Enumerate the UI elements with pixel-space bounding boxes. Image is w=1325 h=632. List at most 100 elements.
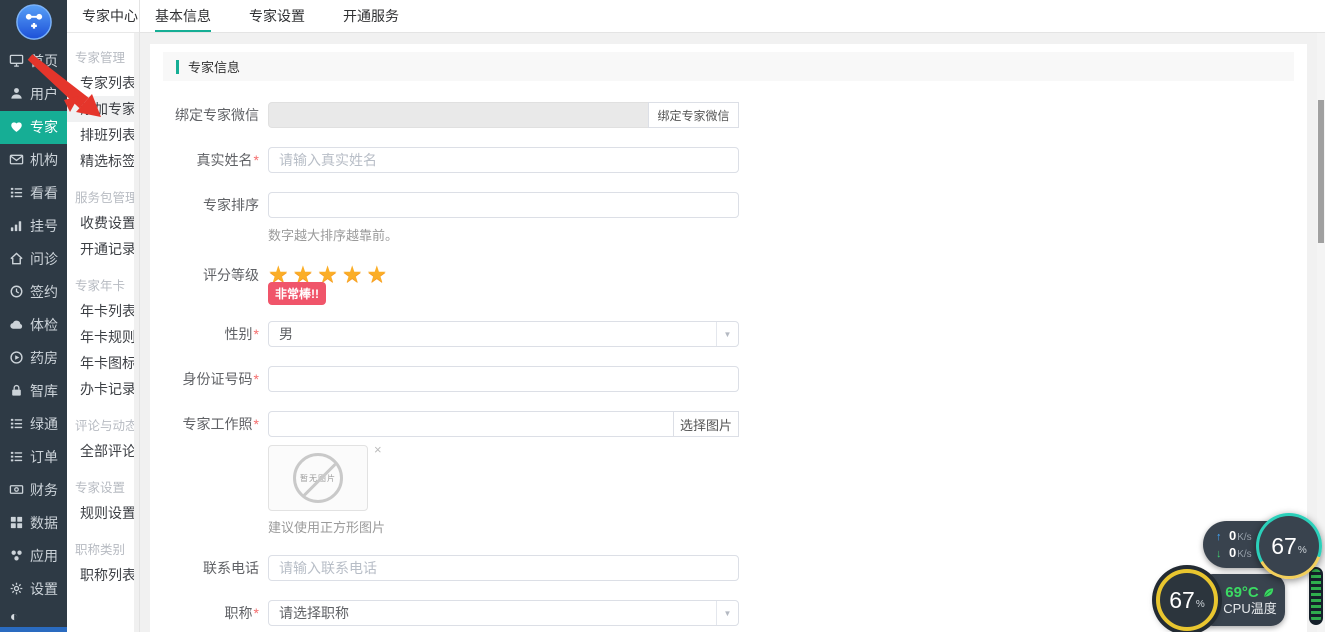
submenu-group-label: 专家设置 bbox=[75, 481, 126, 495]
chevron-down-icon: ▼ bbox=[716, 322, 738, 346]
tab-basic-info[interactable]: 基本信息 bbox=[155, 0, 211, 32]
rail-item-users[interactable]: 用户 bbox=[0, 78, 67, 111]
submenu-item[interactable]: 排班列表 bbox=[67, 122, 139, 148]
submenu-section: 服务包管理收费设置 开通记录 bbox=[67, 186, 139, 262]
title-select[interactable]: 请选择职称 ▼ bbox=[268, 600, 739, 626]
submenu-item[interactable]: 职称列表 bbox=[67, 562, 139, 588]
rail-item-apps[interactable]: 应用 bbox=[0, 540, 67, 573]
tab-expert-settings[interactable]: 专家设置 bbox=[249, 0, 305, 32]
rail-item-data[interactable]: 数据 bbox=[0, 507, 67, 540]
sort-input[interactable] bbox=[268, 192, 739, 218]
star-icon[interactable]: ★ bbox=[367, 261, 388, 287]
rail-item-sign[interactable]: 签约 bbox=[0, 276, 67, 309]
photo-preview: 暂无图片 bbox=[268, 445, 368, 511]
theme-toggle[interactable]: ◐ bbox=[0, 606, 67, 627]
bottom-blue-strip bbox=[0, 627, 67, 632]
home-icon bbox=[9, 251, 25, 267]
id-number-input[interactable] bbox=[268, 366, 739, 392]
rail-item-finance[interactable]: 财务 bbox=[0, 474, 67, 507]
submenu-item[interactable]: 添加专家 bbox=[67, 96, 139, 122]
submenu-section: 专家年卡年卡列表 年卡规则 年卡图标 办卡记录 bbox=[67, 274, 139, 402]
field-label: 职称* bbox=[224, 605, 259, 621]
submenu-item[interactable]: 收费设置 bbox=[67, 210, 139, 236]
required-mark: * bbox=[253, 326, 259, 342]
field-label: 性别* bbox=[224, 326, 259, 342]
tab-bar: 基本信息 专家设置 开通服务 bbox=[140, 0, 1325, 33]
required-mark: * bbox=[253, 605, 259, 621]
rail-item-settings[interactable]: 设置 bbox=[0, 573, 67, 606]
upload-arrow-icon: ↑ bbox=[1216, 531, 1222, 543]
form-row-id-number: 身份证号码* bbox=[150, 366, 1307, 392]
submenu-item[interactable]: 专家列表 bbox=[67, 70, 139, 96]
play-icon bbox=[9, 350, 25, 366]
rail-item-home[interactable]: 首页 bbox=[0, 45, 67, 78]
content-panel: 专家信息 绑定专家微信 绑定专家微信 真实姓名* 专家排序 bbox=[150, 44, 1307, 632]
form-row-sort: 专家排序 数字越大排序越靠前。 bbox=[150, 192, 1307, 244]
cpu-usage-gauge[interactable]: 67% bbox=[1156, 569, 1218, 631]
lock-icon bbox=[9, 383, 25, 399]
submenu-item[interactable]: 规则设置 bbox=[67, 500, 139, 526]
submenu-section: 职称类别 职称列表 bbox=[67, 538, 139, 588]
submenu-group-label: 职称类别 bbox=[75, 543, 126, 557]
submenu-group-label: 专家年卡 bbox=[75, 279, 126, 293]
field-label: 联系电话 bbox=[203, 560, 259, 576]
submenu-group-label: 专家管理 bbox=[75, 51, 126, 65]
submenu-item[interactable]: 开通记录 bbox=[67, 236, 139, 262]
submenu-item[interactable]: 年卡图标 bbox=[67, 350, 139, 376]
main-area: 基本信息 专家设置 开通服务 专家信息 绑定专家微信 绑定专家微信 真实姓名* bbox=[140, 0, 1325, 632]
list-icon bbox=[9, 449, 25, 465]
remove-photo-icon[interactable]: × bbox=[374, 443, 382, 456]
submenu-item[interactable]: 年卡规则 bbox=[67, 324, 139, 350]
sort-hint: 数字越大排序越靠前。 bbox=[268, 228, 399, 243]
submenu-group-label: 服务包管理 bbox=[75, 191, 138, 205]
icon-rail: 首页 用户 专家 机构 看看 挂号 问诊 签约 体检 药房 智库 绿通 订单 财务 数据 应用 设置 ◐ bbox=[0, 0, 67, 632]
real-name-input[interactable] bbox=[268, 147, 739, 173]
rail-item-thinktank[interactable]: 智库 bbox=[0, 375, 67, 408]
submenu-item[interactable]: 办卡记录 bbox=[67, 376, 139, 402]
phone-input[interactable] bbox=[268, 555, 739, 581]
monitor-icon bbox=[9, 53, 25, 69]
rail-item-orgs[interactable]: 机构 bbox=[0, 144, 67, 177]
section-header: 专家信息 bbox=[163, 52, 1294, 81]
submenu-item[interactable]: 精选标签 bbox=[67, 148, 139, 174]
star-icon[interactable]: ★ bbox=[342, 261, 363, 287]
form-row-real-name: 真实姓名* bbox=[150, 147, 1307, 173]
rail-item-register[interactable]: 挂号 bbox=[0, 210, 67, 243]
tab-open-services[interactable]: 开通服务 bbox=[343, 0, 399, 32]
required-mark: * bbox=[253, 371, 259, 387]
rail-item-checkup[interactable]: 体检 bbox=[0, 309, 67, 342]
field-label: 专家排序 bbox=[203, 197, 259, 213]
submenu-item[interactable]: 年卡列表 bbox=[67, 298, 139, 324]
form-row-title: 职称* 请选择职称 ▼ bbox=[150, 600, 1307, 626]
form-row-work-photo: 专家工作照* 选择图片 暂无图片 × 建议使用正方形图片 bbox=[150, 411, 1307, 536]
submenu-section: 评论与动态 全部评论 bbox=[67, 414, 139, 464]
submenu-item[interactable]: 全部评论 bbox=[67, 438, 139, 464]
rail-item-watch[interactable]: 看看 bbox=[0, 177, 67, 210]
rating-badge: 非常棒!! bbox=[268, 282, 326, 305]
field-label: 评分等级 bbox=[203, 267, 259, 283]
download-arrow-icon: ↓ bbox=[1216, 548, 1222, 560]
rail-item-experts[interactable]: 专家 bbox=[0, 110, 67, 144]
work-photo-input[interactable] bbox=[268, 411, 674, 437]
rail-item-pharmacy[interactable]: 药房 bbox=[0, 342, 67, 375]
signal-icon bbox=[9, 218, 25, 234]
rail-item-consult[interactable]: 问诊 bbox=[0, 243, 67, 276]
page-scrollbar-thumb[interactable] bbox=[1318, 100, 1324, 243]
green-accent-bar bbox=[176, 59, 179, 74]
submenu-panel: 专家中心 专家管理专家列表 添加专家 排班列表 精选标签服务包管理收费设置 开通记录专家… bbox=[67, 0, 140, 632]
rail-item-greenpass[interactable]: 绿通 bbox=[0, 408, 67, 441]
rail-item-orders[interactable]: 订单 bbox=[0, 441, 67, 474]
submenu-title: 专家中心 bbox=[67, 0, 139, 33]
app-logo bbox=[0, 0, 67, 45]
form-row-phone: 联系电话 bbox=[150, 555, 1307, 581]
memory-usage-gauge[interactable]: 67% bbox=[1256, 513, 1322, 579]
gender-select[interactable]: 男 ▼ bbox=[268, 321, 739, 347]
wechat-input[interactable] bbox=[268, 102, 649, 128]
submenu-section: 专家设置 规则设置 bbox=[67, 476, 139, 526]
list-icon bbox=[9, 185, 25, 201]
submenu-scrollbar[interactable] bbox=[134, 33, 139, 632]
bind-wechat-button[interactable]: 绑定专家微信 bbox=[648, 102, 739, 128]
half-moon-icon: ◐ bbox=[10, 608, 19, 625]
apps-icon bbox=[9, 548, 25, 564]
choose-image-button[interactable]: 选择图片 bbox=[673, 411, 739, 437]
